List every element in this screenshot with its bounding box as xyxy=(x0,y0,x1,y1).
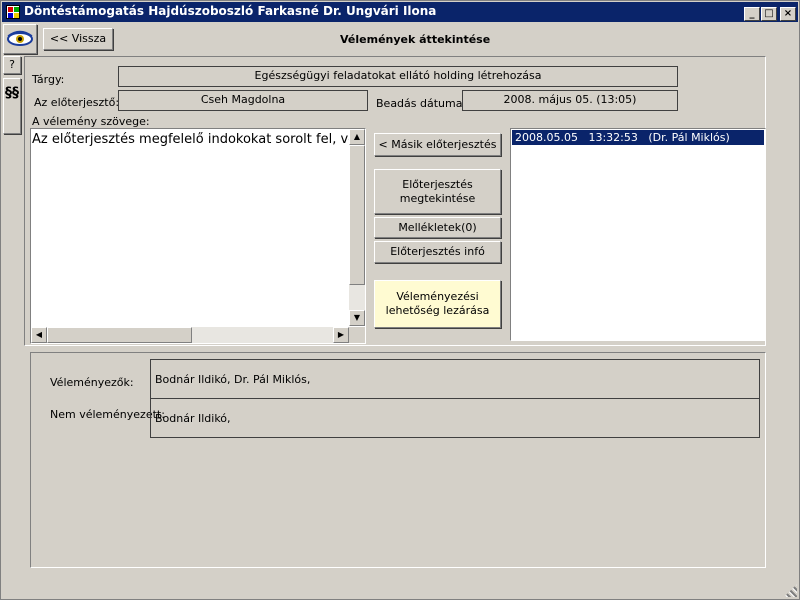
scroll-corner xyxy=(349,327,365,343)
reviewers-field: Bodnár Ildikó, Dr. Pál Miklós, xyxy=(150,359,760,399)
date-field: 2008. május 05. (13:05) xyxy=(462,90,678,111)
back-button[interactable]: << Vissza xyxy=(43,28,113,50)
eye-logo-button[interactable] xyxy=(3,24,37,54)
not-reviewed-value: Bodnár Ildikó, xyxy=(155,412,231,425)
submitter-field: Cseh Magdolna xyxy=(118,90,368,111)
close-opinion-line1: Véleményezési xyxy=(396,290,479,303)
help-tab[interactable]: ? xyxy=(3,56,21,74)
scroll-down-icon[interactable]: ▼ xyxy=(349,310,365,326)
minimize-button[interactable]: _ xyxy=(744,7,760,21)
proposal-info-button[interactable]: Előterjesztés infó xyxy=(374,241,501,263)
submitter-label: Az előterjesztő: xyxy=(34,96,120,109)
close-opinion-button[interactable]: Véleményezési lehetőség lezárása xyxy=(374,280,501,328)
vertical-scrollbar[interactable]: ▲ ▼ xyxy=(349,129,365,326)
horizontal-scrollbar[interactable]: ◀ ▶ xyxy=(31,327,349,343)
scroll-up-icon[interactable]: ▲ xyxy=(349,129,365,145)
view-proposal-line1: Előterjesztés xyxy=(402,177,473,191)
opinions-list-item[interactable]: 2008.05.05 13:32:53 (Dr. Pál Miklós) xyxy=(512,130,764,145)
opinion-text-label: A vélemény szövege: xyxy=(32,115,150,128)
opinion-textarea[interactable]: Az előterjesztés megfelelő indokokat sor… xyxy=(30,128,366,344)
opinions-list[interactable]: 2008.05.05 13:32:53 (Dr. Pál Miklós) xyxy=(510,128,766,341)
attachments-button[interactable]: Mellékletek(0) xyxy=(374,217,501,238)
view-proposal-button[interactable]: Előterjesztés megtekintése xyxy=(374,169,501,214)
close-window-button[interactable]: × xyxy=(780,7,796,21)
other-proposal-button[interactable]: < Másik előterjesztés xyxy=(374,133,501,156)
section-icon: §§ xyxy=(5,85,19,101)
eye-icon xyxy=(7,30,33,46)
close-opinion-line2: lehetőség lezárása xyxy=(385,304,490,317)
page-title: Vélemények áttekintése xyxy=(340,33,491,46)
scroll-left-icon[interactable]: ◀ xyxy=(31,327,47,343)
date-label: Beadás dátuma: xyxy=(376,97,467,110)
app-icon xyxy=(6,5,20,19)
scroll-thumb-vertical[interactable] xyxy=(349,145,365,285)
title-bar[interactable]: Döntéstámogatás Hajdúszoboszló Farkasné … xyxy=(2,2,798,22)
not-reviewed-field: Bodnár Ildikó, xyxy=(150,398,760,438)
section-tab[interactable]: §§ xyxy=(3,78,21,134)
subject-label: Tárgy: xyxy=(32,73,65,86)
scroll-right-icon[interactable]: ▶ xyxy=(333,327,349,343)
window-title: Döntéstámogatás Hajdúszoboszló Farkasné … xyxy=(24,4,437,18)
not-reviewed-label: Nem véleményezett: xyxy=(50,408,165,421)
reviewers-label: Véleményezők: xyxy=(50,376,134,389)
maximize-button[interactable]: □ xyxy=(761,7,777,21)
reviewers-value: Bodnár Ildikó, Dr. Pál Miklós, xyxy=(155,373,311,386)
view-proposal-line2: megtekintése xyxy=(399,191,476,205)
opinion-text-content: Az előterjesztés megfelelő indokokat sor… xyxy=(32,132,350,147)
scroll-thumb-horizontal[interactable] xyxy=(47,327,192,343)
subject-field: Egészségügyi feladatokat ellátó holding … xyxy=(118,66,678,87)
